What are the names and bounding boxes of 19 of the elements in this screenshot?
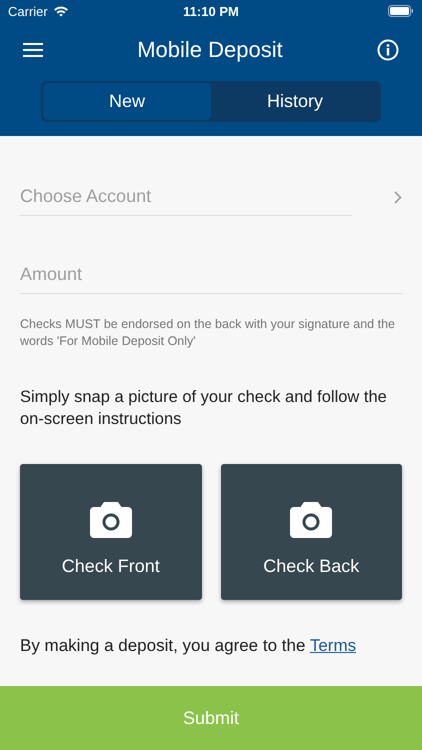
battery-icon	[388, 5, 414, 17]
wifi-icon	[52, 5, 69, 17]
instruction-text: Simply snap a picture of your check and follow the on-screen instructions	[20, 387, 388, 430]
camera-icon	[290, 502, 332, 538]
menu-icon[interactable]	[23, 43, 43, 57]
segment-tab[interactable]: New	[43, 83, 211, 120]
camera-icon	[90, 502, 132, 538]
carrier-label: Carrier	[8, 4, 48, 18]
info-icon[interactable]	[376, 39, 399, 61]
screen-title: Mobile Deposit	[137, 37, 283, 63]
capture-button[interactable]: Check Front	[20, 464, 202, 600]
status-time: 11:10 PM	[183, 4, 239, 18]
capture-button[interactable]: Check Back	[220, 464, 402, 600]
endorsement-note: Checks MUST be endorsed on the back with your signature and the words 'For Mobile Deposit Only'	[20, 316, 396, 350]
terms-link[interactable]: Terms	[310, 636, 356, 655]
input-field[interactable]: Amount	[20, 256, 402, 294]
agreement-text: By making a deposit, you agree to the	[20, 636, 306, 655]
input-field[interactable]: Choose Account	[20, 178, 352, 216]
segment-tab[interactable]: History	[211, 83, 379, 120]
